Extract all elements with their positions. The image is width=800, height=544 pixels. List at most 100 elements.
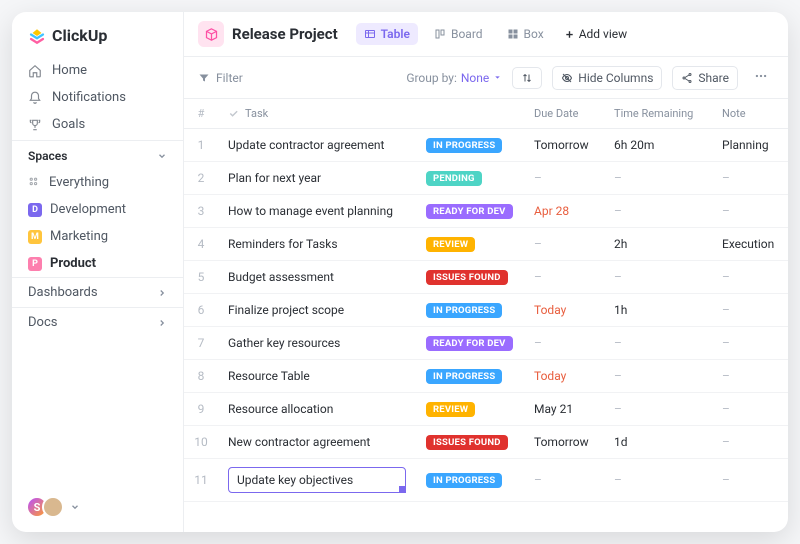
task-name: Reminders for Tasks [228,237,338,251]
caret-down-icon [493,73,502,82]
status-badge[interactable]: PENDING [426,171,482,186]
chevron-right-icon [157,318,167,328]
sidebar-item-everything[interactable]: Everything [12,169,183,196]
nav-home[interactable]: Home [12,57,183,84]
due-date: Today [524,295,604,325]
table-row[interactable]: 8Resource TableIN PROGRESSToday–– [184,360,788,393]
status-badge[interactable]: ISSUES FOUND [426,435,508,450]
sidebar-docs[interactable]: Docs [12,307,183,337]
home-icon [28,64,42,78]
filter-button[interactable]: Filter [198,71,243,85]
table-row[interactable]: 5Budget assessmentISSUES FOUND––– [184,261,788,294]
nav-goals[interactable]: Goals [12,111,183,138]
nav-notifications[interactable]: Notifications [12,84,183,111]
sidebar-space-marketing[interactable]: M Marketing [12,223,183,250]
table-row[interactable]: 7Gather key resourcesREADY FOR DEV––– [184,327,788,360]
status-badge[interactable]: IN PROGRESS [426,473,502,488]
task-name: Finalize project scope [228,303,344,317]
view-box[interactable]: Box [499,23,552,45]
sidebar-space-product[interactable]: P Product [12,250,183,277]
brand-logo[interactable]: ClickUp [12,12,183,55]
col-task[interactable]: Task [218,99,416,128]
more-icon [754,69,768,83]
board-icon [434,28,446,40]
task-name: Gather key resources [228,336,340,350]
table-row[interactable]: 3How to manage event planningREADY FOR D… [184,195,788,228]
space-badge: P [28,257,42,271]
due-date: Apr 28 [524,196,604,226]
table-row[interactable]: 6Finalize project scopeIN PROGRESSToday1… [184,294,788,327]
share-button[interactable]: Share [672,66,738,90]
chevron-down-icon [70,502,80,512]
box-view-icon [507,28,519,40]
status-badge[interactable]: IN PROGRESS [426,138,502,153]
sort-icon [521,72,533,84]
view-table[interactable]: Table [356,23,418,45]
status-badge[interactable]: ISSUES FOUND [426,270,508,285]
chevron-right-icon [157,288,167,298]
col-time[interactable]: Time Remaining [604,99,712,128]
app-window: ClickUp Home Notifications Goals Spaces … [12,12,788,532]
trophy-icon [28,118,42,132]
col-num[interactable]: # [184,99,218,128]
space-badge: D [28,203,42,217]
toolbar: Filter Group by: None Hide Columns Share [184,57,788,99]
spaces-header[interactable]: Spaces [12,140,183,169]
group-by-selector[interactable]: Group by: None [406,71,502,85]
col-note[interactable]: Note [712,99,788,128]
task-name: Update contractor agreement [228,138,384,152]
more-button[interactable] [748,65,774,90]
sidebar-dashboards[interactable]: Dashboards [12,277,183,307]
view-board[interactable]: Board [426,23,491,45]
status-badge[interactable]: REVIEW [426,237,475,252]
add-view-button[interactable]: Add view [564,27,627,41]
status-badge[interactable]: READY FOR DEV [426,336,513,351]
due-date: – [524,229,604,259]
space-label: Product [50,256,96,271]
status-badge[interactable]: IN PROGRESS [426,369,502,384]
bell-icon [28,91,42,105]
table-row[interactable]: 1Update contractor agreementIN PROGRESST… [184,129,788,162]
sort-button[interactable] [512,67,542,89]
task-table: # Task Due Date Time Remaining Note 1Upd… [184,99,788,532]
space-label: Marketing [50,229,108,244]
hide-columns-button[interactable]: Hide Columns [552,66,662,90]
due-date: – [524,465,604,495]
user-avatars[interactable]: S [12,482,183,532]
check-icon [228,108,239,119]
table-icon [364,28,376,40]
filter-icon [198,72,210,84]
table-row[interactable]: 4Reminders for TasksREVIEW–2hExecution [184,228,788,261]
main-panel: Release Project Table Board Box Add view [184,12,788,532]
task-name: Resource allocation [228,402,333,416]
chevron-down-icon [157,151,167,161]
col-status[interactable] [416,99,524,128]
task-name-input[interactable]: Update key objectives [228,467,406,493]
due-date: Tomorrow [524,427,604,457]
task-name: Plan for next year [228,171,321,185]
col-due[interactable]: Due Date [524,99,604,128]
table-row[interactable]: 11Update key objectivesIN PROGRESS––– [184,459,788,502]
space-label: Development [50,202,126,217]
task-name: New contractor agreement [228,435,370,449]
status-badge[interactable]: IN PROGRESS [426,303,502,318]
sidebar: ClickUp Home Notifications Goals Spaces … [12,12,184,532]
table-row[interactable]: 9Resource allocationREVIEWMay 21–– [184,393,788,426]
status-badge[interactable]: REVIEW [426,402,475,417]
table-row[interactable]: 2Plan for next yearPENDING––– [184,162,788,195]
table-row[interactable]: 10New contractor agreementISSUES FOUNDTo… [184,426,788,459]
space-badge: M [28,230,42,244]
task-name: How to manage event planning [228,204,393,218]
project-title: Release Project [232,25,338,43]
status-badge[interactable]: READY FOR DEV [426,204,513,219]
avatar[interactable] [42,496,64,518]
clickup-logo-icon [28,27,46,45]
due-date: Today [524,361,604,391]
share-icon [681,72,693,84]
task-name: Resource Table [228,369,310,383]
plus-icon [564,29,575,40]
due-date: – [524,262,604,292]
sidebar-space-development[interactable]: D Development [12,196,183,223]
due-date: May 21 [524,394,604,424]
everything-icon [28,176,41,189]
